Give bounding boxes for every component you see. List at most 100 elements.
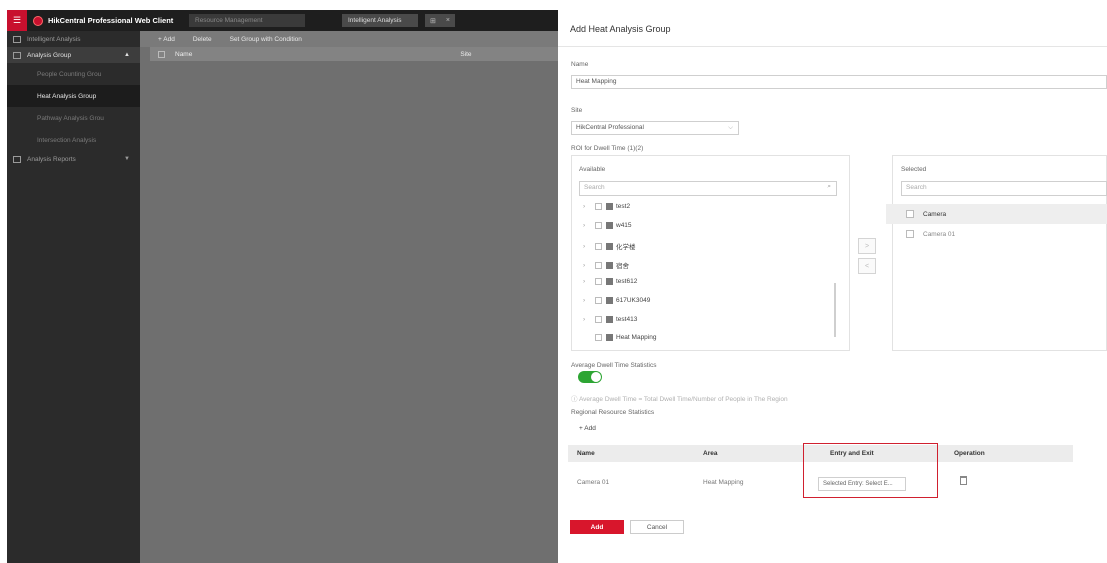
chevron-right-icon[interactable]: › <box>583 222 591 229</box>
tree-item[interactable]: › 617UK3049 <box>583 297 650 304</box>
column-operation: Operation <box>954 450 985 457</box>
tree-item[interactable]: › test2 <box>583 203 630 210</box>
checkbox[interactable] <box>595 261 602 269</box>
available-title: Available <box>579 166 606 173</box>
folder-icon <box>606 222 613 229</box>
search-placeholder: Search <box>584 184 605 191</box>
close-icon[interactable]: × <box>446 17 450 24</box>
highlight-box <box>803 443 938 498</box>
sidebar-item-intersection-analysis[interactable]: Intersection Analysis <box>7 129 140 151</box>
content-toolbar: + Add Delete Set Group with Condition <box>140 31 558 47</box>
sidebar-section-label: Intelligent Analysis <box>27 35 81 43</box>
name-input[interactable]: Heat Mapping <box>571 75 1107 89</box>
checkbox[interactable] <box>595 242 602 250</box>
add-group-button[interactable]: + Add <box>158 36 175 43</box>
chevron-right-icon[interactable]: › <box>583 316 591 323</box>
folder-icon <box>606 278 613 285</box>
avg-dwell-toggle[interactable] <box>578 371 602 383</box>
report-icon <box>13 155 21 163</box>
chevron-right-icon[interactable]: › <box>583 278 591 285</box>
row-area: Heat Mapping <box>703 479 744 486</box>
folder-icon <box>606 261 613 269</box>
site-select[interactable]: HikCentral Professional ⌵ <box>571 121 739 135</box>
checkbox[interactable] <box>906 230 914 238</box>
select-all-checkbox[interactable] <box>158 50 165 58</box>
tree-item[interactable]: Heat Mapping <box>583 334 656 341</box>
hint-text: Average Dwell Time = Total Dwell Time/Nu… <box>578 396 788 403</box>
sidebar-item-heat-analysis[interactable]: Heat Analysis Group <box>7 85 140 107</box>
tree-item-label: w415 <box>616 222 632 229</box>
avg-dwell-hint: ⓘ Average Dwell Time = Total Dwell Time/… <box>571 393 788 403</box>
sidebar-section-analysis-reports[interactable]: Analysis Reports ▼ <box>7 151 140 167</box>
folder-icon <box>606 297 613 304</box>
sidebar-section-label: Analysis Reports <box>27 155 76 163</box>
site-select-value: HikCentral Professional <box>576 124 644 131</box>
chevron-down-icon: ⌵ <box>728 124 733 131</box>
column-area: Area <box>703 450 718 457</box>
sidebar-section-intelligent-analysis[interactable]: Intelligent Analysis <box>7 31 140 47</box>
tree-item-label: Heat Mapping <box>616 334 657 341</box>
checkbox[interactable] <box>595 203 602 210</box>
app-background: ☰ HikCentral Professional Web Client Res… <box>7 10 558 563</box>
tree-item[interactable]: › 宿舍 <box>583 260 629 270</box>
move-right-button[interactable]: > <box>858 238 876 254</box>
selected-item[interactable]: Camera <box>886 204 1107 224</box>
selected-item-label: Camera <box>923 210 947 218</box>
tree-item[interactable]: › 化学楼 <box>583 241 636 251</box>
module-dropdown[interactable]: Intelligent Analysis <box>342 14 418 27</box>
sidebar-section-analysis-group[interactable]: Analysis Group ▲ <box>7 47 140 63</box>
chevron-right-icon[interactable]: › <box>583 203 591 210</box>
checkbox[interactable] <box>595 297 602 304</box>
row-name: Camera 01 <box>577 479 610 486</box>
top-search-input[interactable]: Resource Management <box>189 14 305 27</box>
selected-item[interactable]: Camera 01 <box>886 224 1107 244</box>
tree-item-label: 617UK3049 <box>616 297 651 304</box>
top-bar: ☰ HikCentral Professional Web Client Res… <box>7 10 558 31</box>
group-table-header: Name Site <box>150 47 558 61</box>
available-search-input[interactable]: Search ⌕ <box>579 181 837 196</box>
logo <box>33 15 43 26</box>
checkbox[interactable] <box>595 316 602 323</box>
regional-add-button[interactable]: + Add <box>579 425 596 432</box>
chevron-right-icon[interactable]: › <box>583 297 591 304</box>
grid-icon[interactable]: ⊞ <box>430 17 436 25</box>
sidebar-item-pathway-analysis[interactable]: Pathway Analysis Grou <box>7 107 140 129</box>
menu-icon[interactable]: ☰ <box>7 10 27 31</box>
panel-title: Add Heat Analysis Group <box>570 24 671 34</box>
selected-title: Selected <box>901 166 927 173</box>
add-button[interactable]: Add <box>570 520 624 534</box>
move-left-button[interactable]: < <box>858 258 876 274</box>
tree-item[interactable]: › w415 <box>583 222 632 229</box>
sidebar-item-people-counting[interactable]: People Counting Grou <box>7 63 140 85</box>
tree-item[interactable]: › test413 <box>583 316 637 323</box>
checkbox[interactable] <box>595 334 602 341</box>
analysis-icon <box>13 35 21 43</box>
chevron-up-icon: ▲ <box>124 52 130 58</box>
top-icons: ⊞ × <box>425 14 455 27</box>
sidebar: Intelligent Analysis Analysis Group ▲ Pe… <box>7 31 140 563</box>
divider <box>558 46 1107 47</box>
delete-button[interactable]: Delete <box>193 36 212 43</box>
column-site[interactable]: Site <box>460 51 471 58</box>
tree-item-label: 化学楼 <box>616 244 636 251</box>
tree-scrollbar[interactable] <box>834 283 836 337</box>
column-name[interactable]: Name <box>175 51 192 58</box>
column-name: Name <box>577 450 595 457</box>
tree-item[interactable]: › test612 <box>583 278 637 285</box>
tree-item-label: test413 <box>616 316 638 323</box>
search-icon[interactable]: ⌕ <box>827 183 831 191</box>
trash-icon[interactable] <box>960 476 967 485</box>
folder-icon <box>606 334 613 341</box>
info-icon: ⓘ <box>571 396 579 403</box>
chevron-right-icon[interactable]: › <box>583 262 591 269</box>
checkbox[interactable] <box>906 210 914 218</box>
set-group-condition-button[interactable]: Set Group with Condition <box>230 36 302 43</box>
roi-label: ROI for Dwell Time (1)(2) <box>571 145 644 152</box>
checkbox[interactable] <box>595 222 602 229</box>
avg-dwell-label: Average Dwell Time Statistics <box>571 362 657 369</box>
cancel-button[interactable]: Cancel <box>630 520 684 534</box>
selected-search-input[interactable]: Search <box>901 181 1107 196</box>
tree-item-label: test612 <box>616 278 638 285</box>
checkbox[interactable] <box>595 278 602 285</box>
chevron-right-icon[interactable]: › <box>583 243 591 250</box>
